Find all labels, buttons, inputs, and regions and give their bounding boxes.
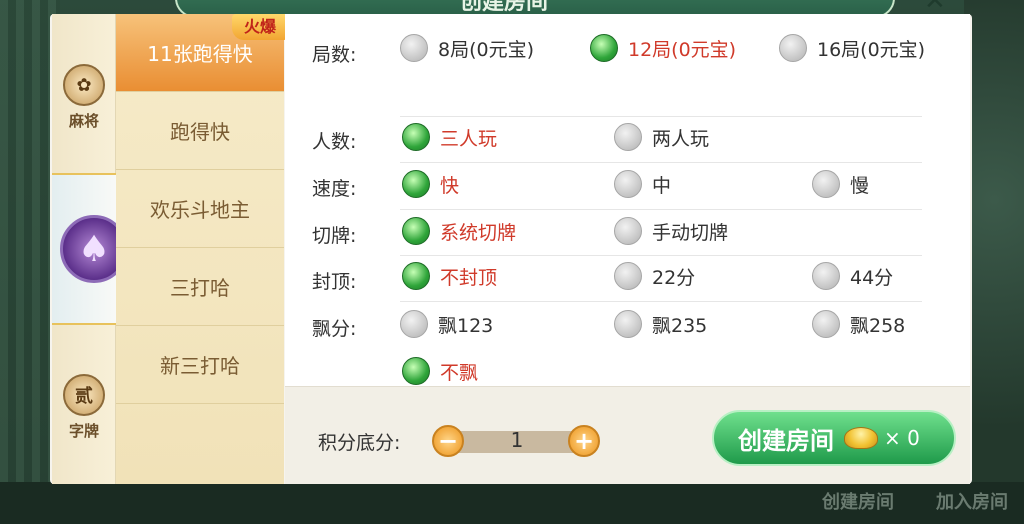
- rounds-label: 局数:: [312, 44, 357, 66]
- radio-icon: [614, 310, 642, 338]
- float-option-123[interactable]: 飘123: [400, 310, 493, 338]
- radio-icon: [779, 34, 807, 62]
- rounds-option-12[interactable]: 12局(0元宝): [590, 34, 736, 62]
- cap-label: 封顶:: [312, 271, 357, 293]
- cut-option-manual[interactable]: 手动切牌: [614, 217, 728, 245]
- players-option-three[interactable]: 三人玩: [402, 123, 497, 151]
- float-option-258[interactable]: 飘258: [812, 310, 905, 338]
- float-label: 飘分:: [312, 318, 357, 340]
- radio-icon: [812, 170, 840, 198]
- rounds-option-16[interactable]: 16局(0元宝): [779, 34, 925, 62]
- score-value: 1: [510, 428, 524, 452]
- score-stepper: − 1 +: [432, 425, 600, 457]
- speed-option-slow[interactable]: 慢: [812, 170, 869, 198]
- divider: [400, 255, 922, 256]
- game-item[interactable]: 跑得快: [116, 92, 284, 170]
- divider: [400, 162, 922, 163]
- radio-checked-icon: [402, 123, 430, 151]
- radio-checked-icon: [402, 170, 430, 198]
- category-mahjong[interactable]: ✿ 麻将: [52, 64, 116, 131]
- players-label: 人数:: [312, 131, 357, 153]
- radio-checked-icon: [590, 34, 618, 62]
- category-label: 麻将: [68, 112, 99, 130]
- rounds-option-8[interactable]: 8局(0元宝): [400, 34, 534, 62]
- plus-button[interactable]: +: [568, 425, 600, 457]
- speed-label: 速度:: [312, 178, 357, 200]
- create-room-button[interactable]: 创建房间 × 0: [712, 410, 956, 466]
- divider: [400, 116, 922, 117]
- game-item[interactable]: 欢乐斗地主: [116, 170, 284, 248]
- radio-icon: [614, 217, 642, 245]
- create-room-label: 创建房间: [738, 426, 834, 455]
- bottom-create-room[interactable]: 创建房间: [822, 488, 894, 514]
- zipai-icon: 贰: [63, 374, 105, 416]
- category-zipai[interactable]: 贰 字牌: [52, 374, 116, 441]
- mahjong-icon: ✿: [63, 64, 105, 106]
- radio-icon: [614, 262, 642, 290]
- cap-option-44[interactable]: 44分: [812, 262, 893, 290]
- radio-icon: [812, 262, 840, 290]
- hot-badge: 火爆: [232, 14, 288, 40]
- score-label: 积分底分:: [318, 432, 401, 454]
- bottom-join-room[interactable]: 加入房间: [936, 488, 1008, 514]
- speed-option-fast[interactable]: 快: [402, 170, 459, 198]
- radio-icon: [400, 34, 428, 62]
- cut-label: 切牌:: [312, 225, 357, 247]
- radio-icon: [614, 123, 642, 151]
- radio-icon: [400, 310, 428, 338]
- divider: [400, 209, 922, 210]
- cap-option-none[interactable]: 不封顶: [402, 262, 497, 290]
- cap-option-22[interactable]: 22分: [614, 262, 695, 290]
- radio-checked-icon: [402, 262, 430, 290]
- game-item[interactable]: 新三打哈: [116, 326, 284, 404]
- cut-option-system[interactable]: 系统切牌: [402, 217, 516, 245]
- divider: [400, 301, 922, 302]
- minus-button[interactable]: −: [432, 425, 464, 457]
- speed-option-medium[interactable]: 中: [614, 170, 671, 198]
- radio-checked-icon: [402, 217, 430, 245]
- radio-checked-icon: [402, 357, 430, 385]
- radio-icon: [614, 170, 642, 198]
- cost-label: × 0: [884, 426, 920, 450]
- float-option-none[interactable]: 不飘: [402, 357, 478, 385]
- right-scenery: [964, 0, 1024, 524]
- float-option-235[interactable]: 飘235: [614, 310, 707, 338]
- ingot-icon: [844, 427, 878, 449]
- game-item[interactable]: 三打哈: [116, 248, 284, 326]
- category-label: 字牌: [68, 422, 99, 440]
- radio-icon: [812, 310, 840, 338]
- players-option-two[interactable]: 两人玩: [614, 123, 709, 151]
